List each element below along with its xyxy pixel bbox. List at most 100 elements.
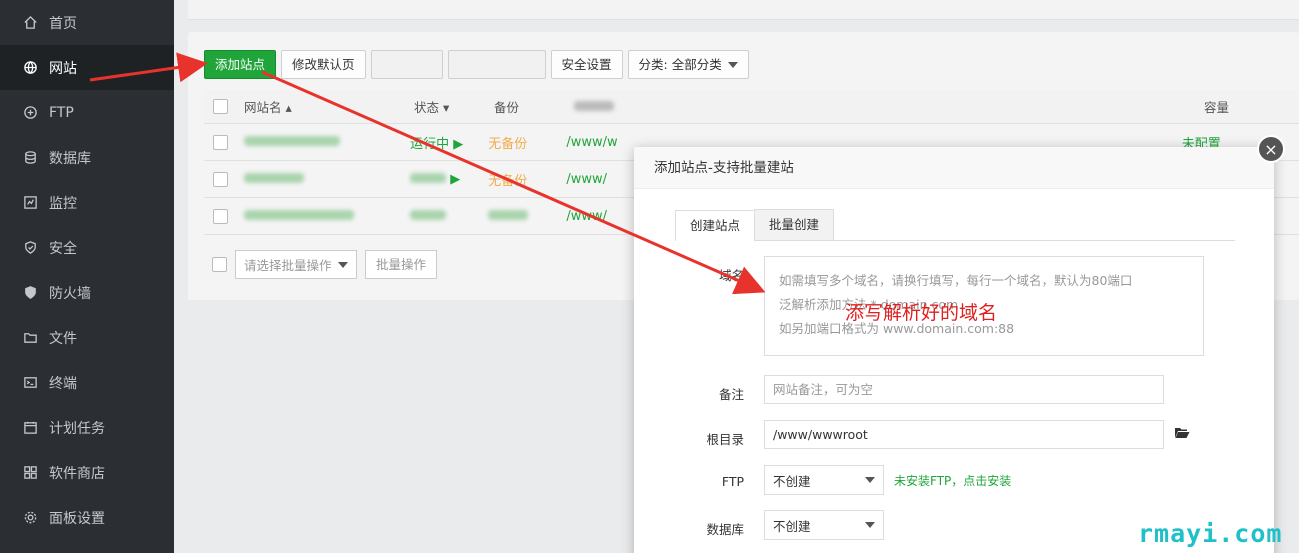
sidebar-item-label: 文件 xyxy=(49,330,77,347)
modal-title: 添加站点-支持批量建站 xyxy=(634,147,1274,189)
select-all-checkbox[interactable] xyxy=(213,99,228,114)
batch-actions: 请选择批量操作 批量操作 xyxy=(212,250,438,279)
sidebar-item-terminal[interactable]: 终端 xyxy=(0,360,174,405)
sidebar-item-label: 首页 xyxy=(49,15,77,32)
remark-label: 备注 xyxy=(718,387,744,402)
row-checkbox[interactable] xyxy=(213,134,228,150)
site-name[interactable] xyxy=(244,209,410,224)
annotation-text: 添写解析好的域名 xyxy=(845,302,998,324)
row-checkbox[interactable] xyxy=(213,171,228,187)
ftp-select-value: 不创建 xyxy=(773,473,811,489)
row-checkbox[interactable] xyxy=(213,208,228,224)
toolbar: 添加站点 修改默认页 安全设置 分类: 全部分类 xyxy=(204,50,749,79)
sidebar-item-label: 监控 xyxy=(49,195,77,212)
header-status-label: 状态 xyxy=(414,100,440,115)
globe-icon xyxy=(22,60,38,76)
sidebar-item-store[interactable]: 软件商店 xyxy=(0,450,174,495)
ftp-label: FTP xyxy=(721,474,744,489)
blurred-button[interactable] xyxy=(447,50,546,79)
sidebar-item-label: 安全 xyxy=(49,240,77,257)
close-icon: × xyxy=(1264,139,1278,159)
batch-select-placeholder: 请选择批量操作 xyxy=(244,258,332,273)
header-capacity: 容量 xyxy=(1204,100,1230,115)
folder-icon xyxy=(22,330,38,346)
sidebar-item-ftp[interactable]: FTP xyxy=(0,90,174,135)
status-running[interactable] xyxy=(410,209,488,224)
sidebar-item-security[interactable]: 安全 xyxy=(0,225,174,270)
batch-checkbox[interactable] xyxy=(212,257,227,272)
sidebar-item-website[interactable]: 网站 xyxy=(0,45,174,90)
root-dir-input[interactable]: /www/wwwroot xyxy=(764,420,1164,449)
ftp-select[interactable]: 不创建 xyxy=(764,465,884,495)
tab-batch-create[interactable]: 批量创建 xyxy=(754,209,835,240)
shield-icon xyxy=(22,240,38,256)
ftp-icon xyxy=(22,105,38,121)
database-select-value: 不创建 xyxy=(773,518,811,534)
add-site-button[interactable]: 添加站点 xyxy=(204,50,277,79)
home-icon xyxy=(22,15,38,31)
sidebar-item-monitor[interactable]: 监控 xyxy=(0,180,174,225)
sidebar-item-files[interactable]: 文件 xyxy=(0,315,174,360)
database-select[interactable]: 不创建 xyxy=(764,510,884,540)
sidebar-item-label: FTP xyxy=(49,104,74,121)
chevron-down-icon xyxy=(865,477,875,483)
sidebar-item-label: 终端 xyxy=(49,375,77,392)
status-running[interactable]: 运行中 ▶ xyxy=(410,133,488,152)
chevron-down-icon xyxy=(727,61,738,68)
modal-close-button[interactable]: × xyxy=(1257,135,1285,163)
blurred-button[interactable] xyxy=(370,50,443,79)
header-root xyxy=(574,99,1204,114)
terminal-icon xyxy=(22,375,38,391)
status-text: 运行中 xyxy=(410,136,450,152)
monitor-icon xyxy=(22,195,38,211)
sidebar-item-label: 计划任务 xyxy=(49,420,105,437)
batch-action-button[interactable]: 批量操作 xyxy=(365,250,438,279)
backup-status[interactable] xyxy=(488,209,566,224)
database-label: 数据库 xyxy=(706,522,744,537)
sidebar-item-label: 软件商店 xyxy=(49,465,105,482)
ftp-install-link[interactable]: 未安装FTP，点击安装 xyxy=(894,472,1011,489)
backup-status[interactable]: 无备份 xyxy=(488,170,566,189)
sidebar: 首页 网站 FTP 数据库 监控 安全 防火墙 文件 终端 计划任务 软件商店 xyxy=(0,0,174,553)
grid-icon xyxy=(22,465,38,481)
sidebar-item-database[interactable]: 数据库 xyxy=(0,135,174,180)
status-running[interactable]: ▶ xyxy=(410,172,488,187)
sidebar-item-home[interactable]: 首页 xyxy=(0,0,174,45)
site-name[interactable] xyxy=(244,135,410,150)
sidebar-item-settings[interactable]: 面板设置 xyxy=(0,495,174,540)
header-status[interactable]: 状态 ▾ xyxy=(414,97,494,116)
chevron-down-icon xyxy=(338,261,348,268)
site-name[interactable] xyxy=(244,172,410,187)
calendar-icon xyxy=(22,420,38,436)
sidebar-item-label: 面板设置 xyxy=(49,510,105,527)
batch-select[interactable]: 请选择批量操作 xyxy=(235,250,357,279)
remark-input[interactable]: 网站备注，可为空 xyxy=(764,375,1164,404)
add-site-modal: 添加站点-支持批量建站 创建站点 批量创建 域名 如需填写多个域名，请换行填写，… xyxy=(634,147,1274,553)
sidebar-item-cron[interactable]: 计划任务 xyxy=(0,405,174,450)
security-settings-button[interactable]: 安全设置 xyxy=(550,50,623,79)
sidebar-item-label: 数据库 xyxy=(49,150,91,167)
header-backup: 备份 xyxy=(494,100,520,115)
tab-create-site[interactable]: 创建站点 xyxy=(675,210,756,241)
sidebar-item-label: 防火墙 xyxy=(49,285,91,302)
folder-open-icon[interactable] xyxy=(1174,426,1190,443)
modal-tabs: 创建站点 批量创建 xyxy=(675,209,1235,241)
domain-label: 域名 xyxy=(718,268,744,283)
header-name-label: 网站名 xyxy=(244,100,282,115)
sidebar-item-firewall[interactable]: 防火墙 xyxy=(0,270,174,315)
watermark: rmayi.com xyxy=(1138,519,1283,548)
category-select[interactable]: 分类: 全部分类 xyxy=(627,50,749,79)
category-label: 分类: 全部分类 xyxy=(638,57,722,72)
header-name[interactable]: 网站名 ▴ xyxy=(244,97,414,116)
root-dir-label: 根目录 xyxy=(706,432,744,447)
chevron-down-icon xyxy=(865,522,875,528)
table-header: 网站名 ▴ 状态 ▾ 备份 容量 xyxy=(204,90,1299,124)
domain-placeholder-line: 如需填写多个域名，请换行填写，每行一个域名，默认为80端口 xyxy=(779,273,1133,288)
gear-icon xyxy=(22,510,38,526)
modify-default-page-button[interactable]: 修改默认页 xyxy=(281,50,366,79)
top-card xyxy=(188,0,1299,20)
backup-status[interactable]: 无备份 xyxy=(488,133,566,152)
sidebar-item-label: 网站 xyxy=(49,60,77,77)
database-icon xyxy=(22,150,38,166)
firewall-icon xyxy=(22,285,38,301)
